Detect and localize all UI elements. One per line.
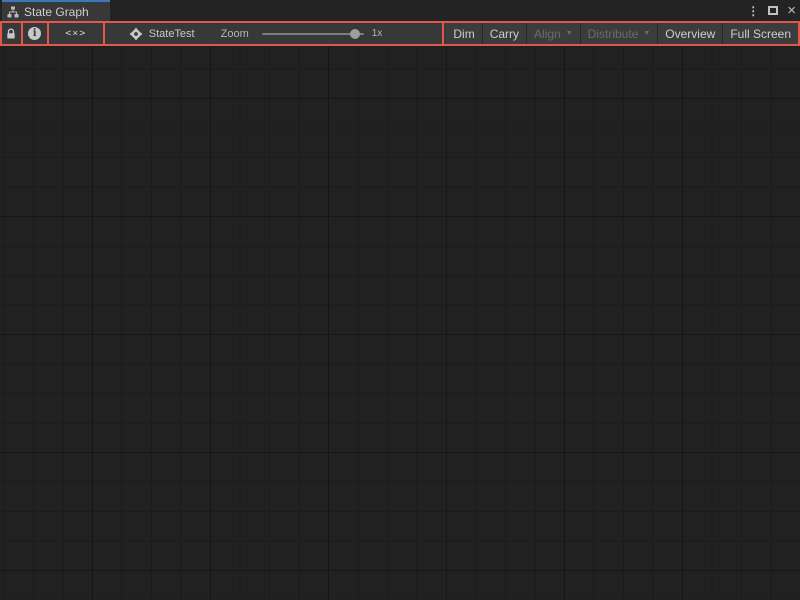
toolbar-buttons-segment: Dim Carry Align ▼ Distribute ▼ Overview: [444, 23, 799, 44]
zoom-slider[interactable]: [261, 28, 364, 39]
graph-canvas[interactable]: [0, 46, 800, 600]
tab-state-graph[interactable]: State Graph: [2, 0, 110, 21]
code-button[interactable]: <×>: [49, 23, 105, 44]
state-object-field[interactable]: StateTest: [129, 27, 195, 41]
distribute-button-label: Distribute: [587, 26, 639, 41]
align-dropdown-button[interactable]: Align ▼: [526, 23, 580, 44]
code-icon: <×>: [65, 28, 87, 39]
zoom-control: Zoom 1x: [221, 28, 383, 40]
tab-title: State Graph: [24, 4, 89, 19]
state-object-name: StateTest: [148, 27, 195, 40]
full-screen-button[interactable]: Full Screen: [722, 23, 799, 44]
distribute-dropdown-button[interactable]: Distribute ▼: [579, 23, 658, 44]
move-gizmo-icon: [129, 27, 143, 41]
close-icon[interactable]: ×: [787, 3, 796, 18]
title-bar: State Graph ⋮ ×: [0, 0, 800, 21]
chevron-down-icon: ▼: [565, 30, 573, 37]
graph-toolbar: i <×> StateTest Zoom 1x Dim Carry Align …: [0, 21, 800, 46]
toolbar-button-row: Dim Carry Align ▼ Distribute ▼ Overview: [444, 23, 799, 44]
carry-button-label: Carry: [489, 26, 520, 41]
info-button[interactable]: i: [23, 23, 49, 44]
zoom-label: Zoom: [220, 27, 249, 40]
graph-icon: [7, 6, 19, 18]
state-graph-window: State Graph ⋮ × i <×> StateTest Zoom 1x …: [0, 0, 800, 600]
full-screen-button-label: Full Screen: [730, 26, 792, 41]
overview-button-label: Overview: [665, 26, 716, 41]
dim-button-label: Dim: [453, 26, 475, 41]
window-menu-icon[interactable]: ⋮: [747, 5, 759, 17]
maximize-icon[interactable]: [768, 6, 779, 15]
info-icon: i: [28, 27, 42, 40]
overview-button[interactable]: Overview: [657, 23, 723, 44]
carry-button[interactable]: Carry: [481, 23, 527, 44]
dim-button[interactable]: Dim: [446, 23, 482, 44]
window-controls: ⋮ ×: [747, 0, 796, 21]
lock-icon: [5, 28, 17, 40]
align-button-label: Align: [534, 26, 561, 41]
zoom-value: 1x: [371, 28, 383, 39]
zoom-slider-handle[interactable]: [349, 28, 360, 39]
state-and-zoom-segment: StateTest Zoom 1x: [105, 23, 445, 44]
chevron-down-icon: ▼: [643, 30, 651, 37]
lock-button[interactable]: [2, 23, 23, 44]
